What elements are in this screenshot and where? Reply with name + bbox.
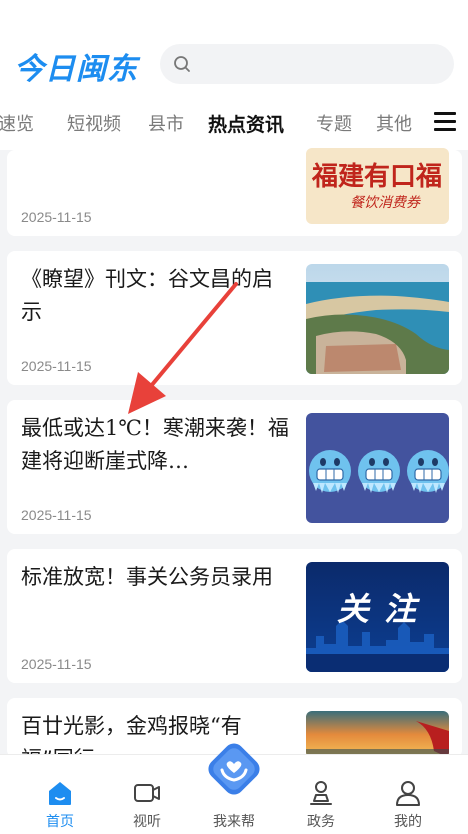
nav-government[interactable]: 政务 <box>278 755 364 834</box>
profile-icon <box>396 781 420 806</box>
nav-home[interactable]: 首页 <box>17 755 103 834</box>
nav-label: 我的 <box>394 814 422 830</box>
nav-label: 政务 <box>307 814 335 830</box>
nav-label: 首页 <box>46 814 74 830</box>
help-center-button[interactable] <box>207 742 261 796</box>
government-icon <box>310 781 332 805</box>
nav-label: 视听 <box>133 814 161 830</box>
annotation-arrow-icon <box>128 282 238 414</box>
nav-label: 我来帮 <box>213 814 255 830</box>
nav-video[interactable]: 视听 <box>104 755 190 834</box>
home-icon <box>49 782 71 805</box>
nav-profile[interactable]: 我的 <box>365 755 451 834</box>
video-icon <box>134 784 160 802</box>
help-hands-icon <box>208 743 260 795</box>
